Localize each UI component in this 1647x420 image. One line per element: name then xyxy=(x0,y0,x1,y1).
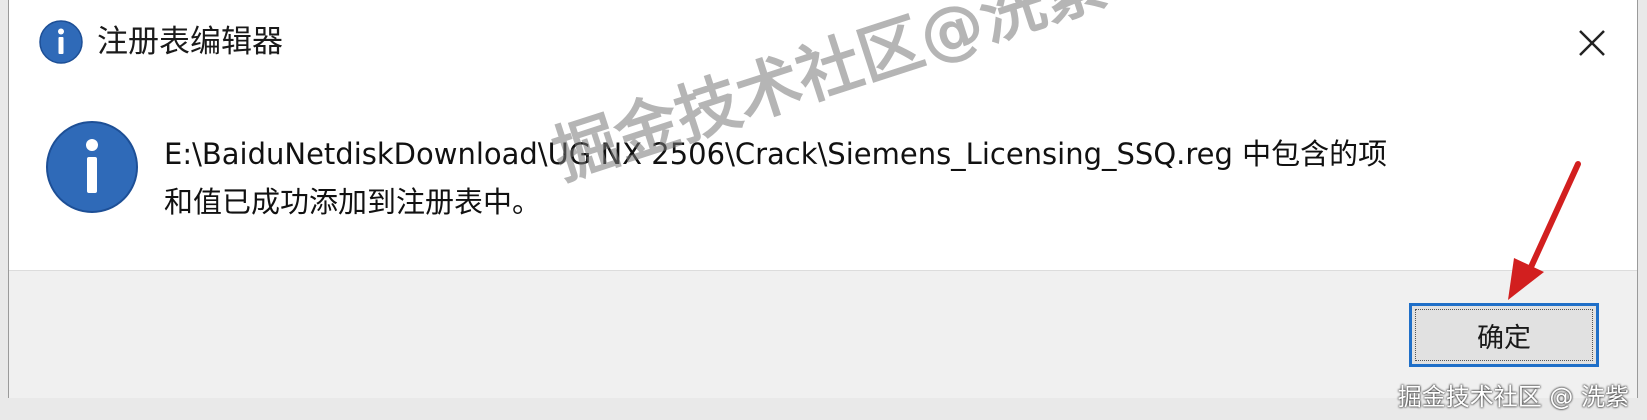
close-icon[interactable] xyxy=(1569,20,1615,66)
message-text: E:\BaiduNetdiskDownload\UG NX 2506\Crack… xyxy=(164,130,1594,226)
window-title: 注册表编辑器 xyxy=(97,24,283,60)
focus-rect xyxy=(1415,309,1593,361)
info-icon xyxy=(39,20,83,64)
watermark-corner: 掘金技术社区 @ 洗紫 xyxy=(1397,383,1629,411)
message-content: E:\BaiduNetdiskDownload\UG NX 2506\Crack… xyxy=(9,82,1637,272)
message-line-2: 和值已成功添加到注册表中。 xyxy=(164,185,542,219)
message-dialog: 注册表编辑器 E:\BaiduNetdiskDownload\UG NX 250… xyxy=(8,0,1638,398)
button-bar: 确定 xyxy=(9,270,1637,398)
info-icon xyxy=(46,121,138,213)
title-bar[interactable]: 注册表编辑器 xyxy=(9,0,1637,82)
ok-button[interactable]: 确定 xyxy=(1409,303,1599,367)
message-line-1: E:\BaiduNetdiskDownload\UG NX 2506\Crack… xyxy=(164,137,1388,171)
